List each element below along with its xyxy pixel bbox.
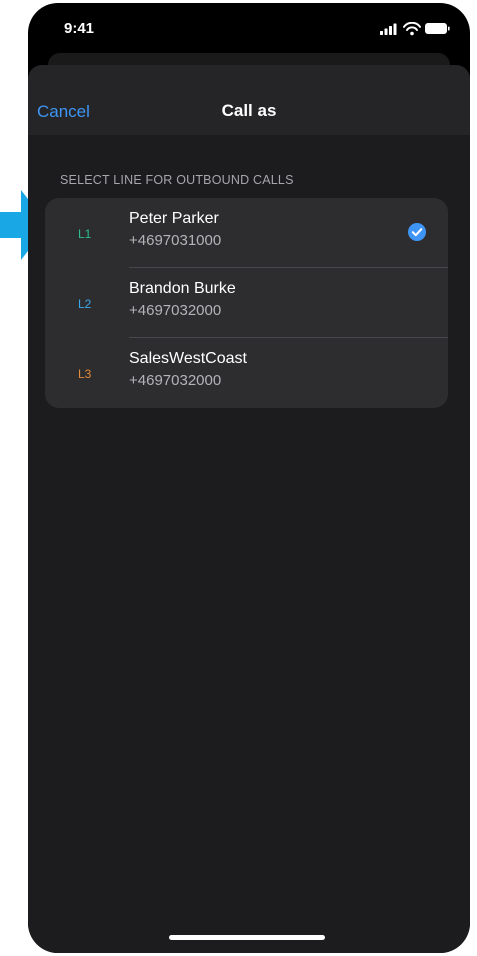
line-number: +4697031000 [129,232,222,249]
page-title: Call as [221,101,277,120]
nav-bar: Cancel Call as [28,65,470,135]
battery-icon [425,23,450,34]
line-number: +4697032000 [129,372,222,389]
line-list: L1 Peter Parker +4697031000 L2 Brandon B… [45,198,448,408]
checkmark-icon [408,223,426,241]
home-indicator[interactable] [169,935,325,940]
line-label: L2 [78,297,92,311]
section-header: SELECT LINE FOR OUTBOUND CALLS [60,173,294,187]
line-name: Brandon Burke [129,280,236,297]
line-row-l1[interactable]: L1 Peter Parker +4697031000 [45,198,448,268]
cellular-signal-icon [380,23,397,35]
line-row-l3[interactable]: L3 SalesWestCoast +4697032000 [45,338,448,408]
line-number: +4697032000 [129,302,222,319]
line-name: SalesWestCoast [129,350,247,367]
wifi-icon [403,22,421,36]
line-label: L1 [78,227,92,241]
line-label: L3 [78,367,92,381]
status-icons [380,22,450,36]
status-time: 9:41 [64,20,95,37]
phone-screen: 9:41 Cancel Call as SELECT LINE FOR OUTB… [28,3,470,953]
line-name: Peter Parker [129,210,219,227]
call-as-sheet: Cancel Call as SELECT LINE FOR OUTBOUND … [28,65,470,953]
status-bar: 9:41 [28,3,470,53]
line-row-l2[interactable]: L2 Brandon Burke +4697032000 [45,268,448,338]
